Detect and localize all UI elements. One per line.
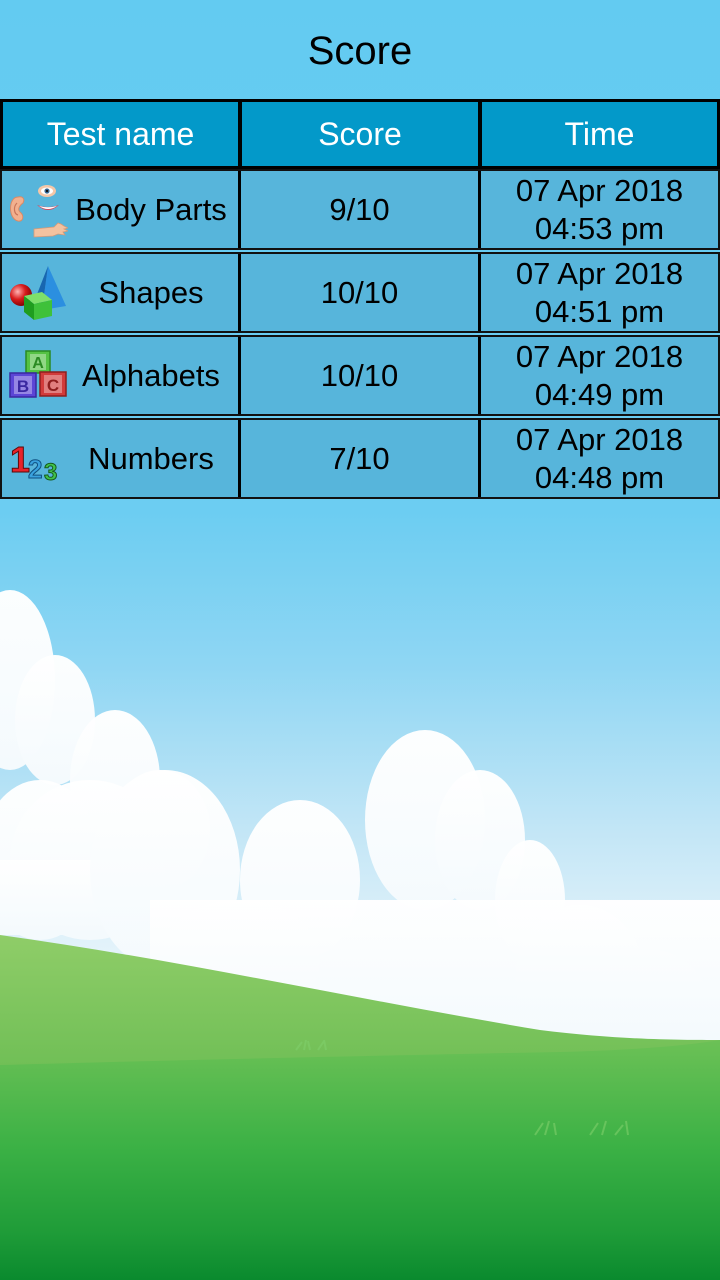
table-header: Test name Score Time (0, 99, 720, 169)
test-name: Body Parts (75, 191, 227, 227)
test-time: 04:48 pm (534, 459, 665, 495)
time-cell: 07 Apr 2018 04:51 pm (481, 254, 718, 331)
table-row[interactable]: Shapes 10/10 07 Apr 2018 04:51 pm (0, 252, 720, 333)
time-cell: 07 Apr 2018 04:48 pm (481, 420, 718, 497)
test-date: 07 Apr 2018 (515, 421, 684, 457)
test-time: 04:49 pm (534, 376, 665, 412)
test-name: Shapes (98, 274, 204, 310)
time-cell: 07 Apr 2018 04:53 pm (481, 171, 718, 248)
column-header-time: Time (564, 116, 635, 152)
app-bar: Score (0, 0, 720, 99)
svg-text:A: A (32, 355, 44, 372)
table-row[interactable]: 1 2 3 Numbers 7/10 07 Apr 2018 04:48 pm (0, 418, 720, 499)
body-parts-icon (6, 179, 68, 241)
column-header-score: Score (242, 102, 482, 166)
numbers-123-icon: 1 2 3 (6, 428, 68, 490)
test-name: Numbers (88, 440, 214, 476)
svg-text:2: 2 (28, 454, 42, 484)
score-table: Test name Score Time Body Parts 9/10 07 … (0, 99, 720, 499)
test-name-cell: Body Parts (2, 171, 241, 248)
test-name-cell: A B C Alphabets (2, 337, 241, 414)
score-value: 9/10 (241, 171, 481, 248)
column-header-test-name: Test name (3, 102, 242, 166)
page-title: Score (307, 29, 413, 73)
score-value: 10/10 (241, 254, 481, 331)
score-value: 7/10 (241, 420, 481, 497)
score-value: 10/10 (241, 337, 481, 414)
test-name: Alphabets (82, 357, 220, 393)
svg-text:B: B (17, 377, 29, 396)
test-date: 07 Apr 2018 (515, 255, 684, 291)
test-date: 07 Apr 2018 (515, 338, 684, 374)
hill-front (0, 1040, 720, 1280)
test-name-cell: 1 2 3 Numbers (2, 420, 241, 497)
score-screen: Score Test name Score Time Body Parts 9/… (0, 0, 720, 1280)
shapes-icon (6, 262, 68, 324)
time-cell: 07 Apr 2018 04:49 pm (481, 337, 718, 414)
test-date: 07 Apr 2018 (515, 172, 684, 208)
table-row[interactable]: Body Parts 9/10 07 Apr 2018 04:53 pm (0, 169, 720, 250)
test-name-cell: Shapes (2, 254, 241, 331)
alphabet-blocks-icon: A B C (6, 345, 68, 407)
test-time: 04:53 pm (534, 210, 665, 246)
svg-text:C: C (47, 376, 59, 395)
svg-text:3: 3 (44, 459, 57, 486)
test-time: 04:51 pm (534, 293, 665, 329)
table-row[interactable]: A B C Alphabets 10/10 07 Apr 2018 04:49 … (0, 335, 720, 416)
